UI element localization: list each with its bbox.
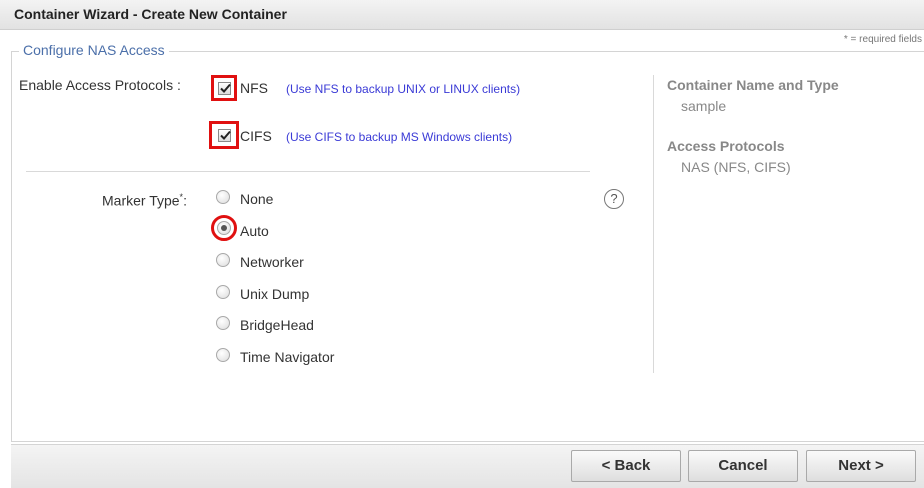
nfs-checkbox[interactable] [211, 75, 237, 101]
radio-bridgehead[interactable] [216, 316, 230, 330]
summary-name-type-heading: Container Name and Type [667, 77, 839, 93]
summary-separator [653, 75, 654, 373]
checkmark-icon [219, 130, 231, 140]
radio-unix-dump[interactable] [216, 285, 230, 299]
nfs-label: NFS [240, 80, 268, 96]
section-divider [26, 171, 590, 172]
cifs-checkbox[interactable] [209, 121, 239, 149]
cancel-button[interactable]: Cancel [688, 450, 798, 482]
radio-bridgehead-label: BridgeHead [240, 317, 314, 333]
cifs-checkbox-box[interactable] [217, 128, 231, 142]
radio-networker-label: Networker [240, 254, 304, 270]
radio-networker[interactable] [216, 253, 230, 267]
help-icon[interactable]: ? [604, 189, 624, 209]
marker-type-label: Marker Type*: [102, 192, 187, 209]
summary-name-type-value: sample [681, 98, 727, 114]
required-fields-note: * = required fields [843, 34, 922, 45]
nas-access-fieldset [11, 51, 924, 442]
radio-none-label: None [240, 191, 274, 207]
marker-type-text: Marker Type [102, 192, 180, 209]
back-button[interactable]: < Back [571, 450, 681, 482]
radio-auto[interactable] [217, 221, 231, 235]
radio-unix-dump-label: Unix Dump [240, 286, 310, 302]
summary-protocols-value: NAS (NFS, CIFS) [681, 159, 791, 175]
nfs-checkbox-box[interactable] [217, 81, 231, 95]
marker-type-colon: : [183, 192, 187, 209]
radio-none[interactable] [216, 190, 230, 204]
summary-protocols-heading: Access Protocols [667, 138, 785, 154]
section-legend: Configure NAS Access [19, 42, 169, 58]
radio-time-navigator-label: Time Navigator [240, 349, 335, 365]
window-title: Container Wizard - Create New Container [14, 6, 287, 22]
cifs-hint: (Use CIFS to backup MS Windows clients) [286, 130, 513, 144]
radio-time-navigator[interactable] [216, 348, 230, 362]
nfs-hint: (Use NFS to backup UNIX or LINUX clients… [286, 82, 521, 96]
next-button[interactable]: Next > [806, 450, 916, 482]
access-protocols-label: Enable Access Protocols : [19, 77, 181, 93]
window-titlebar: Container Wizard - Create New Container [0, 0, 924, 30]
radio-auto-label: Auto [240, 223, 269, 239]
checkmark-icon [219, 83, 231, 93]
cifs-label: CIFS [240, 128, 272, 144]
